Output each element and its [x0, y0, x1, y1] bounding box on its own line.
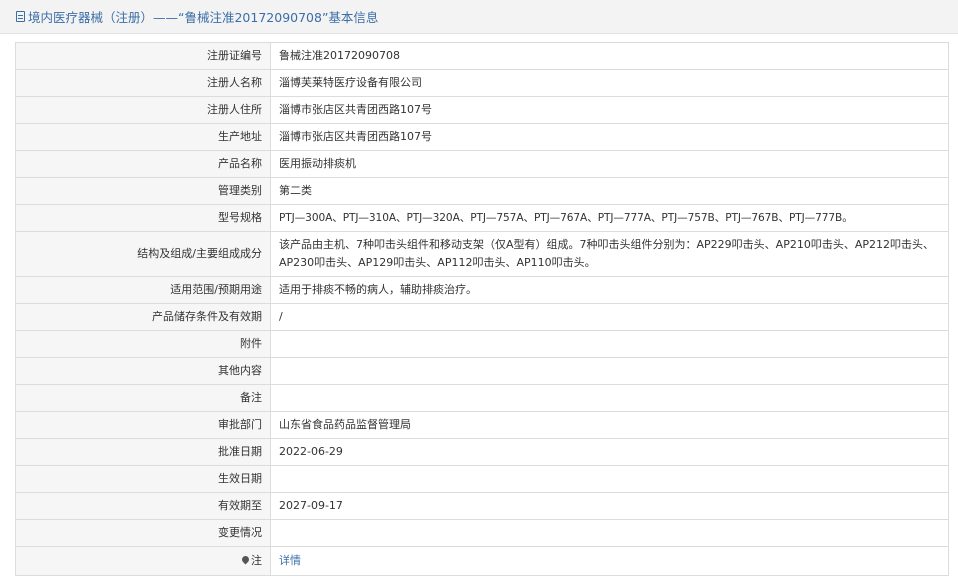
row-label: 批准日期 — [15, 438, 271, 466]
row-label: 产品储存条件及有效期 — [15, 303, 271, 331]
table-row: 变更情况 — [15, 519, 949, 547]
row-label: 注册人住所 — [15, 96, 271, 124]
table-row: 型号规格 PTJ—300A、PTJ—310A、PTJ—320A、PTJ—757A… — [15, 204, 949, 232]
table-row: 结构及组成/主要组成成分 该产品由主机、7种叩击头组件和移动支架（仅A型有）组成… — [15, 231, 949, 277]
row-value: 淄博芙莱特医疗设备有限公司 — [270, 69, 949, 97]
row-value — [270, 330, 949, 358]
row-label: 结构及组成/主要组成成分 — [15, 231, 271, 277]
note-value-cell: 详情 — [270, 546, 949, 576]
row-value: 2027-09-17 — [270, 492, 949, 520]
row-value: 淄博市张店区共青团西路107号 — [270, 96, 949, 124]
table-row: 有效期至 2027-09-17 — [15, 492, 949, 520]
row-label: 变更情况 — [15, 519, 271, 547]
note-row: 注 详情 — [15, 546, 949, 576]
table-row: 附件 — [15, 330, 949, 358]
row-value — [270, 465, 949, 493]
table-row: 注册人名称 淄博芙莱特医疗设备有限公司 — [15, 69, 949, 97]
row-label: 其他内容 — [15, 357, 271, 385]
info-table: 注册证编号 鲁械注准20172090708 注册人名称 淄博芙莱特医疗设备有限公… — [15, 42, 949, 576]
note-label: 注 — [251, 554, 262, 567]
row-value — [270, 519, 949, 547]
row-value — [270, 384, 949, 412]
row-label: 型号规格 — [15, 204, 271, 232]
row-label: 注册人名称 — [15, 69, 271, 97]
row-label: 适用范围/预期用途 — [15, 276, 271, 304]
row-label: 备注 — [15, 384, 271, 412]
row-label: 产品名称 — [15, 150, 271, 178]
row-value: 第二类 — [270, 177, 949, 205]
row-label: 生产地址 — [15, 123, 271, 151]
row-label: 有效期至 — [15, 492, 271, 520]
table-row: 生效日期 — [15, 465, 949, 493]
row-value: 山东省食品药品监督管理局 — [270, 411, 949, 439]
row-value: 鲁械注准20172090708 — [270, 42, 949, 70]
row-value: 2022-06-29 — [270, 438, 949, 466]
document-icon — [16, 11, 25, 22]
table-row: 批准日期 2022-06-29 — [15, 438, 949, 466]
page-header: 境内医疗器械（注册）——“鲁械注准20172090708”基本信息 — [0, 0, 958, 34]
row-value: 淄博市张店区共青团西路107号 — [270, 123, 949, 151]
table-row: 适用范围/预期用途 适用于排痰不畅的病人，辅助排痰治疗。 — [15, 276, 949, 304]
table-row: 审批部门 山东省食品药品监督管理局 — [15, 411, 949, 439]
table-row: 产品储存条件及有效期 / — [15, 303, 949, 331]
row-value — [270, 357, 949, 385]
row-label: 注册证编号 — [15, 42, 271, 70]
table-row: 注册人住所 淄博市张店区共青团西路107号 — [15, 96, 949, 124]
row-label: 生效日期 — [15, 465, 271, 493]
note-label-cell: 注 — [15, 546, 271, 576]
table-row: 生产地址 淄博市张店区共青团西路107号 — [15, 123, 949, 151]
row-value: 适用于排痰不畅的病人，辅助排痰治疗。 — [270, 276, 949, 304]
table-row: 其他内容 — [15, 357, 949, 385]
row-label: 管理类别 — [15, 177, 271, 205]
row-value: 该产品由主机、7种叩击头组件和移动支架（仅A型有）组成。7种叩击头组件分别为：A… — [270, 231, 949, 277]
row-label: 附件 — [15, 330, 271, 358]
table-row: 备注 — [15, 384, 949, 412]
row-label: 审批部门 — [15, 411, 271, 439]
table-row: 管理类别 第二类 — [15, 177, 949, 205]
details-link[interactable]: 详情 — [279, 554, 301, 567]
pin-icon — [240, 554, 251, 565]
row-value: / — [270, 303, 949, 331]
page-title: 境内医疗器械（注册）——“鲁械注准20172090708”基本信息 — [28, 10, 379, 25]
table-row: 产品名称 医用振动排痰机 — [15, 150, 949, 178]
row-value: PTJ—300A、PTJ—310A、PTJ—320A、PTJ—757A、PTJ—… — [270, 204, 949, 232]
table-row: 注册证编号 鲁械注准20172090708 — [15, 42, 949, 70]
row-value: 医用振动排痰机 — [270, 150, 949, 178]
